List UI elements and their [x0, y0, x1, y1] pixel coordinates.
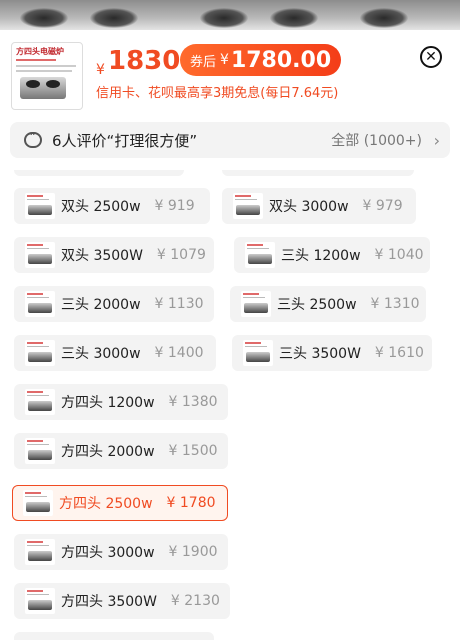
option-price: ¥ 1130 — [154, 296, 204, 312]
sku-option[interactable]: 三头 2000w ¥ 1130 — [14, 286, 214, 322]
sku-option[interactable]: 三头 2500w ¥ 1310 — [230, 286, 426, 322]
price: 1830 — [108, 46, 181, 76]
option-price: ¥ 1040 — [374, 247, 424, 263]
sku-option[interactable]: 方四头 2000w ¥ 1500 — [14, 433, 228, 469]
option-price: ¥ 1400 — [154, 345, 204, 361]
sku-option[interactable]: 方四头 3000w ¥ 1900 — [14, 534, 228, 570]
chevron-right-icon: › — [433, 130, 440, 150]
review-summary-bar[interactable]: 6人评价“打理很方便” 全部 (1000+) › — [10, 122, 450, 158]
option-price: ¥ 1310 — [370, 296, 420, 312]
option-name: 方四头 1200w — [61, 395, 155, 411]
coupon-label: 券后 — [190, 54, 217, 70]
sku-option-selected[interactable]: 方四头 2500w ¥ 1780 — [12, 485, 228, 521]
sku-option[interactable]: 方四头 1200w ¥ 1380 — [14, 384, 228, 420]
option-price: ¥ 1380 — [168, 394, 218, 410]
option-thumbnail — [245, 242, 275, 268]
stove-image — [20, 77, 66, 99]
option-name: 双头 2500w — [61, 199, 141, 215]
option-thumbnail — [25, 539, 55, 565]
installment-info: 信用卡、花呗最高享3期免息(每日7.64元) — [96, 86, 339, 101]
option-thumbnail — [25, 588, 55, 614]
option-thumbnail — [233, 193, 263, 219]
coupon-price: 1780.00 — [230, 47, 332, 73]
option-thumbnail — [241, 291, 271, 317]
option-partial — [222, 170, 414, 176]
product-thumbnail[interactable]: 方四头电磁炉 — [11, 42, 83, 110]
option-price: ¥ 1780 — [166, 495, 216, 511]
review-highlight: 6人评价“打理很方便” — [52, 131, 198, 150]
sku-option[interactable]: 双头 2500w ¥ 919 — [14, 188, 210, 224]
option-thumbnail — [25, 193, 55, 219]
comment-icon — [24, 128, 42, 148]
sku-selector-sheet: 方四头电磁炉 ¥ 1830 券后 ¥ 1780.00 信用卡、花呗最高享3期免息… — [0, 30, 460, 640]
option-price: ¥ 1900 — [168, 544, 218, 560]
option-name: 三头 2000w — [61, 297, 141, 313]
option-partial — [14, 170, 184, 176]
price-currency: ¥ — [96, 62, 105, 78]
close-icon[interactable]: ✕ — [420, 46, 442, 68]
review-all-count[interactable]: 全部 (1000+) — [331, 130, 422, 150]
sku-option[interactable]: 三头 1200w ¥ 1040 — [234, 237, 430, 273]
option-name: 方四头 2000w — [61, 444, 155, 460]
sku-option[interactable]: 双头 3500W ¥ 1079 — [14, 237, 214, 273]
thumbnail-title: 方四头电磁炉 — [16, 47, 64, 56]
sku-option[interactable]: 三头 3500W ¥ 1610 — [232, 335, 432, 371]
option-price: ¥ 1500 — [168, 443, 218, 459]
option-price: ¥ 919 — [154, 198, 195, 214]
option-name: 方四头 3000w — [61, 545, 155, 561]
option-thumbnail — [25, 438, 55, 464]
option-thumbnail — [25, 389, 55, 415]
product-image-strip — [0, 0, 460, 30]
option-thumbnail — [25, 291, 55, 317]
option-name: 双头 3500W — [61, 248, 143, 264]
sku-option[interactable]: 双头 3000w ¥ 979 — [222, 188, 416, 224]
option-name: 方四头 2500w — [59, 496, 153, 512]
option-name: 三头 1200w — [281, 248, 361, 264]
option-partial — [14, 632, 214, 640]
option-price: ¥ 1079 — [156, 247, 206, 263]
option-name: 方四头 3500W — [61, 594, 157, 610]
option-name: 三头 3000w — [61, 346, 141, 362]
coupon-currency: ¥ — [220, 52, 229, 68]
option-price: ¥ 1610 — [374, 345, 424, 361]
sku-option[interactable]: 方四头 3500W ¥ 2130 — [14, 583, 230, 619]
option-price: ¥ 979 — [362, 198, 403, 214]
option-name: 三头 2500w — [277, 297, 357, 313]
option-thumbnail — [243, 340, 273, 366]
sku-option[interactable]: 三头 3000w ¥ 1400 — [14, 335, 216, 371]
coupon-price-badge: 券后 ¥ 1780.00 — [180, 44, 342, 76]
option-thumbnail — [23, 490, 53, 516]
option-name: 三头 3500W — [279, 346, 361, 362]
option-thumbnail — [25, 340, 55, 366]
option-name: 双头 3000w — [269, 199, 349, 215]
option-thumbnail — [25, 242, 55, 268]
option-price: ¥ 2130 — [170, 593, 220, 609]
